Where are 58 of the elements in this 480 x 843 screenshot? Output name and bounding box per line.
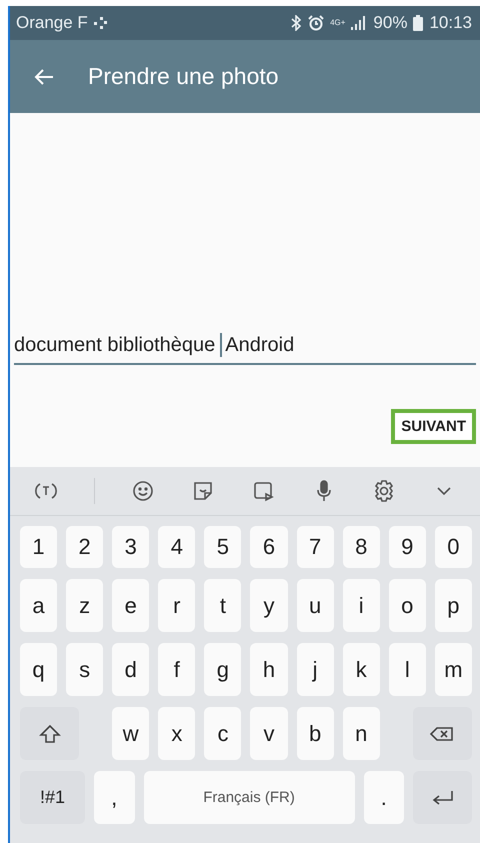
shift-key[interactable] [20,707,80,760]
screen-title: Prendre une photo [88,63,279,90]
emoji-icon[interactable] [131,479,156,503]
keyboard-key[interactable]: o [388,579,426,632]
keyboard-key[interactable]: , [94,771,135,824]
symbols-key[interactable]: !#1 [20,771,85,824]
keyboard-key[interactable]: 6 [250,526,288,568]
keyboard-key[interactable]: v [250,707,288,760]
back-arrow-icon[interactable] [34,68,54,86]
keyboard-key[interactable]: z [66,579,104,632]
text-field[interactable]: document bibliothèque Android [14,333,476,365]
keyboard-key[interactable]: f [158,643,196,696]
keyboard-key[interactable]: b [296,707,334,760]
keyboard-key[interactable]: 2 [66,526,104,568]
keyboard-key[interactable]: . [364,771,404,824]
keyboard-key[interactable]: a [20,579,58,632]
keyboard-key[interactable]: m [434,643,472,696]
keyboard-key[interactable]: e [112,579,150,632]
keyboard-key[interactable]: 4 [158,526,196,568]
space-key[interactable]: Français (FR) [144,771,355,824]
keyboard-key[interactable]: 9 [388,526,426,568]
keyboard-key[interactable]: y [250,579,288,632]
battery-percent: 90% [373,13,408,33]
keyboard-key[interactable]: x [158,707,196,760]
carrier-name: Orange F [16,13,88,33]
keyboard-key[interactable]: u [296,579,334,632]
backspace-key[interactable] [412,707,472,760]
next-button[interactable]: SUIVANT [391,409,476,444]
keyboard-key[interactable]: q [20,643,58,696]
keyboard-key[interactable]: r [158,579,196,632]
signal-icon [351,16,368,30]
keyboard-key[interactable]: 5 [204,526,242,568]
battery-icon [413,15,424,31]
keyboard-key[interactable]: d [112,643,150,696]
keyboard-key[interactable]: 0 [434,526,472,568]
keyboard-key[interactable]: g [204,643,242,696]
keyboard-key[interactable]: k [342,643,380,696]
keyboard-key[interactable]: l [388,643,426,696]
keyboard-key[interactable]: h [250,643,288,696]
keyboard-key[interactable]: 3 [112,526,150,568]
keyboard-key[interactable]: c [204,707,242,760]
network-type: 4G+ [330,19,346,27]
shift-arrow-icon [36,722,63,744]
keyboard-key[interactable]: j [296,643,334,696]
keyboard-key[interactable]: n [342,707,380,760]
keyboard-key[interactable]: s [66,643,104,696]
clock-time: 10:13 [429,13,472,33]
keyboard-key[interactable]: 1 [20,526,58,568]
keyboard-key[interactable]: t [204,579,242,632]
alarm-icon [308,15,324,31]
gif-icon[interactable] [252,479,276,503]
keyboard-key[interactable]: 7 [296,526,334,568]
bluetooth-icon [290,15,302,31]
sync-icon [94,16,108,30]
keyboard-key[interactable]: p [434,579,472,632]
keyboard-key[interactable]: 8 [342,526,380,568]
keyboard-key[interactable]: i [342,579,380,632]
keyboard-key[interactable]: w [112,707,150,760]
